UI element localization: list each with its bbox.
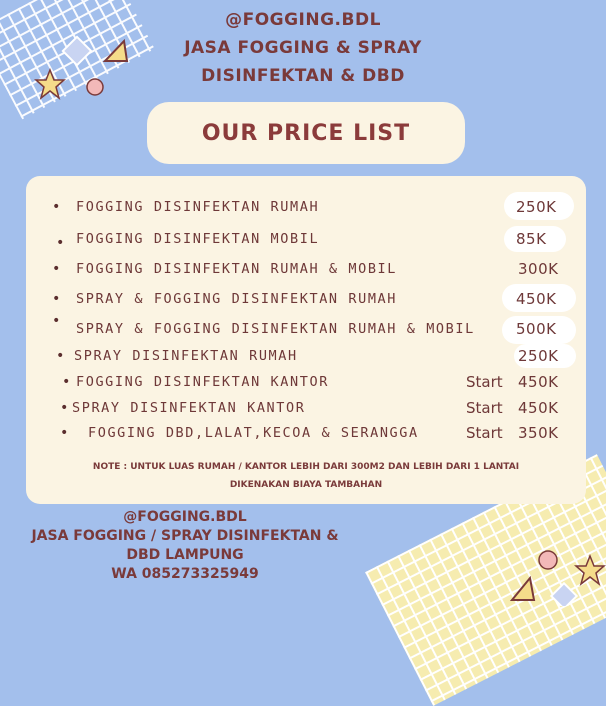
item-price: 300K <box>518 260 559 278</box>
item-label: FOGGING DISINFEKTAN RUMAH & MOBIL <box>76 261 398 277</box>
footer-handle: @FOGGING.BDL <box>123 509 247 525</box>
item-label: SPRAY & FOGGING DISINFEKTAN RUMAH <box>76 291 398 307</box>
list-item: • SPRAY & FOGGING DISINFEKTAN RUMAH 450K <box>26 288 586 310</box>
bullet: • <box>60 400 69 416</box>
page-title: OUR PRICE LIST <box>201 120 411 146</box>
bullet: • <box>62 374 71 390</box>
footer: @FOGGING.BDL JASA FOGGING / SPRAY DISINF… <box>20 508 350 584</box>
list-item: • SPRAY DISINFEKTAN KANTOR Start 450K <box>26 397 586 419</box>
list-item: • FOGGING DISINFEKTAN RUMAH 250K <box>26 196 586 218</box>
list-item: • FOGGING DISINFEKTAN KANTOR Start 450K <box>26 371 586 393</box>
list-item: • SPRAY & FOGGING DISINFEKTAN RUMAH & MO… <box>26 313 586 340</box>
list-item: • FOGGING DISINFEKTAN MOBIL 85K <box>26 228 586 251</box>
item-price: 350K <box>518 424 559 442</box>
bullet: • <box>52 261 61 277</box>
footer-line-2: DBD LAMPUNG <box>126 547 244 563</box>
diamond-icon <box>549 581 579 606</box>
item-start: Start <box>466 399 503 417</box>
note-line-1: NOTE : UNTUK LUAS RUMAH / KANTOR LEBIH D… <box>92 462 520 472</box>
bullet: • <box>56 235 65 251</box>
bullet: • <box>52 313 61 329</box>
item-start: Start <box>466 424 503 442</box>
item-price: 500K <box>516 320 557 338</box>
price-list-card: • FOGGING DISINFEKTAN RUMAH 250K • FOGGI… <box>26 176 586 504</box>
item-price: 450K <box>518 373 559 391</box>
item-start: Start <box>466 373 503 391</box>
item-label: SPRAY DISINFEKTAN KANTOR <box>72 400 306 416</box>
item-label: SPRAY & FOGGING DISINFEKTAN RUMAH & MOBI… <box>76 321 475 337</box>
header-handle: @FOGGING.BDL <box>225 10 381 30</box>
item-price: 250K <box>518 347 559 365</box>
header: @FOGGING.BDL JASA FOGGING & SPRAY DISINF… <box>0 6 606 90</box>
item-price: 85K <box>516 230 547 248</box>
bullet: • <box>52 291 61 307</box>
header-line-1: JASA FOGGING & SPRAY <box>184 38 422 58</box>
list-item: • FOGGING DBD,LALAT,KECOA & SERANGGA Sta… <box>26 422 586 444</box>
item-label: FOGGING DBD,LALAT,KECOA & SERANGGA <box>88 425 419 441</box>
triangle-icon <box>509 575 536 601</box>
item-price: 250K <box>516 198 557 216</box>
bullet: • <box>56 348 65 364</box>
bullet: • <box>52 199 61 215</box>
item-label: SPRAY DISINFEKTAN RUMAH <box>74 348 298 364</box>
note-line-2: DIKENAKAN BIAYA TAMBAHAN <box>229 480 383 490</box>
bullet: • <box>60 425 69 441</box>
list-item: • SPRAY DISINFEKTAN RUMAH 250K <box>26 345 586 367</box>
header-line-2: DISINFEKTAN & DBD <box>201 66 405 86</box>
item-label: FOGGING DISINFEKTAN MOBIL <box>76 231 320 247</box>
circle-icon <box>538 550 558 570</box>
list-item: • FOGGING DISINFEKTAN RUMAH & MOBIL 300K <box>26 258 586 280</box>
item-price: 450K <box>516 290 557 308</box>
title-box: OUR PRICE LIST <box>147 102 465 164</box>
item-label: FOGGING DISINFEKTAN KANTOR <box>76 374 329 390</box>
item-label: FOGGING DISINFEKTAN RUMAH <box>76 199 320 215</box>
footer-phone: WA 085273325949 <box>111 566 259 582</box>
item-price: 450K <box>518 399 559 417</box>
footer-line-1: JASA FOGGING / SPRAY DISINFEKTAN & <box>31 528 339 544</box>
